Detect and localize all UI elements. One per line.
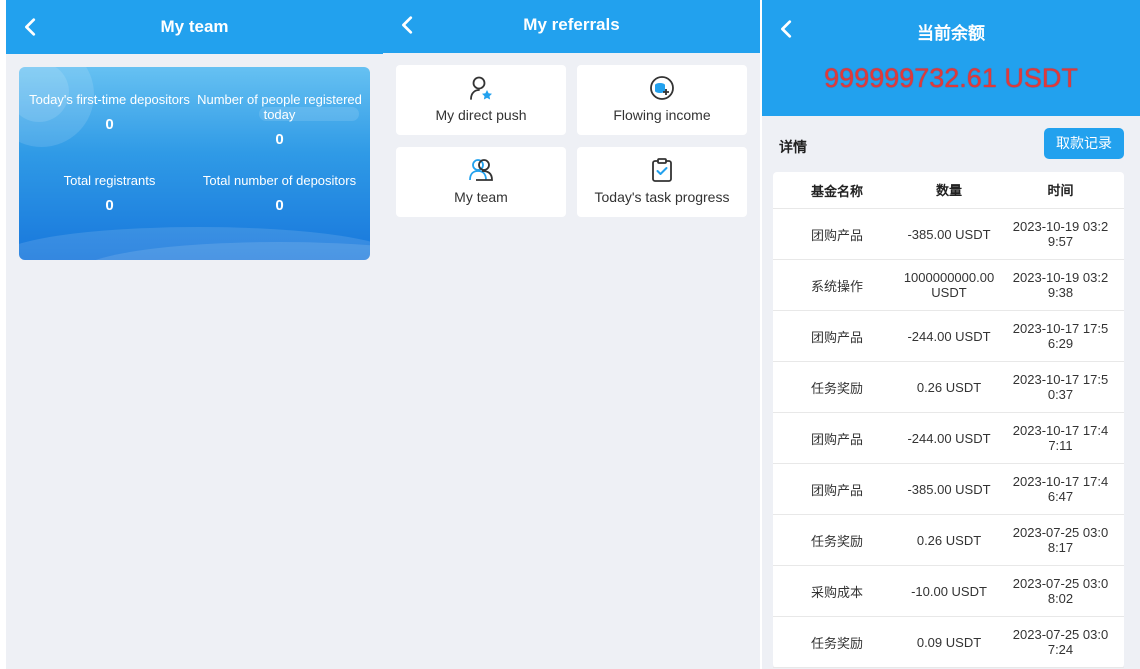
team-header: My team <box>6 0 383 54</box>
stat-total-registrants: Total registrants 0 <box>22 173 197 214</box>
row-fund-name: 系统操作 <box>810 278 863 294</box>
table-row: 团购产品 -385.00 USDT 2023-10-17 17:46:47 <box>773 464 1124 515</box>
row-time: 2023-10-19 03:29:38 <box>1012 270 1109 300</box>
withdraw-records-button[interactable]: 取款记录 <box>1044 128 1124 159</box>
stat-registered-today: Number of people registered today 0 <box>192 92 367 148</box>
tile-label: My direct push <box>435 107 527 123</box>
stat-value: 0 <box>275 197 284 214</box>
row-time: 2023-07-25 03:07:24 <box>1012 627 1109 657</box>
table-row: 任务奖励 0.26 USDT 2023-07-25 03:08:17 <box>773 515 1124 566</box>
row-fund-name: 采购成本 <box>810 584 863 600</box>
table-row: 采购成本 -10.00 USDT 2023-07-25 03:08:02 <box>773 566 1124 617</box>
coins-icon <box>577 75 747 101</box>
table-row: 团购产品 -244.00 USDT 2023-10-17 17:47:11 <box>773 413 1124 464</box>
row-amount: -10.00 USDT <box>911 583 987 599</box>
header-amount: 数量 <box>935 182 962 198</box>
balance-header: 当前余额 999999732.61 USDT <box>762 0 1140 116</box>
row-fund-name: 任务奖励 <box>810 380 863 396</box>
row-time: 2023-10-17 17:46:47 <box>1012 474 1109 504</box>
row-amount: 1000000000.00 USDT <box>903 270 995 300</box>
stat-today-first-depositors: Today's first-time depositors 0 <box>22 92 197 133</box>
clipboard-check-icon <box>577 157 747 183</box>
row-fund-name: 任务奖励 <box>810 635 863 651</box>
row-fund-name: 团购产品 <box>810 329 863 345</box>
stat-label: Number of people registered today <box>197 92 362 122</box>
row-amount: -244.00 USDT <box>907 328 991 344</box>
table-row: 团购产品 -244.00 USDT 2023-10-17 17:56:29 <box>773 311 1124 362</box>
referrals-header: My referrals <box>383 0 760 53</box>
tile-label: Flowing income <box>613 107 711 123</box>
row-time: 2023-07-25 03:08:17 <box>1012 525 1109 555</box>
stat-label: Total number of depositors <box>202 173 357 188</box>
my-team-panel: My team Today's first-time depositors 0 … <box>6 0 383 669</box>
row-amount: -385.00 USDT <box>907 481 991 497</box>
table-row: 任务奖励 0.09 USDT 2023-07-25 03:07:24 <box>773 617 1124 668</box>
header-fund-name: 基金名称 <box>810 183 863 199</box>
stat-value: 0 <box>105 116 114 133</box>
tile-task-progress[interactable]: Today's task progress <box>577 147 747 217</box>
tile-label: My team <box>454 189 508 205</box>
row-amount: -244.00 USDT <box>907 430 991 446</box>
row-amount: 0.09 USDT <box>916 634 982 650</box>
row-fund-name: 任务奖励 <box>810 533 863 549</box>
stat-label: Total registrants <box>63 173 156 188</box>
page-title: My referrals <box>523 15 620 34</box>
team-stats-card: Today's first-time depositors 0 Number o… <box>19 67 370 260</box>
transactions-table: 基金名称 数量 时间 团购产品 -385.00 USDT 2023-10-19 03… <box>773 172 1124 668</box>
tile-label: Today's task progress <box>594 189 730 205</box>
row-fund-name: 团购产品 <box>810 227 863 243</box>
row-amount: 0.26 USDT <box>916 532 982 548</box>
page-title: 当前余额 <box>917 24 985 43</box>
tile-my-direct-push[interactable]: My direct push <box>396 65 566 135</box>
table-row: 团购产品 -385.00 USDT 2023-10-19 03:29:57 <box>773 209 1124 260</box>
row-amount: 0.26 USDT <box>916 379 982 395</box>
page-title: My team <box>160 17 229 36</box>
stat-value: 0 <box>275 131 284 148</box>
tile-my-team[interactable]: My team <box>396 147 566 217</box>
table-row: 系统操作 1000000000.00 USDT 2023-10-19 03:29:3… <box>773 260 1124 311</box>
balance-panel: 当前余额 999999732.61 USDT 详情 取款记录 基金名称 数量 时… <box>762 0 1140 669</box>
row-time: 2023-10-17 17:47:11 <box>1012 423 1109 453</box>
table-header: 基金名称 数量 时间 <box>773 172 1124 209</box>
row-fund-name: 团购产品 <box>810 482 863 498</box>
user-star-icon <box>396 75 566 101</box>
row-amount: -385.00 USDT <box>907 226 991 242</box>
balance-amount: 999999732.61 USDT <box>824 63 1078 93</box>
my-referrals-panel: My referrals My direct push Flowing inco… <box>383 0 760 669</box>
stat-total-depositors: Total number of depositors 0 <box>192 173 367 214</box>
row-time: 2023-07-25 03:08:02 <box>1012 576 1109 606</box>
stat-label: Today's first-time depositors <box>29 92 190 107</box>
group-icon <box>396 157 566 183</box>
row-fund-name: 团购产品 <box>810 431 863 447</box>
stat-value: 0 <box>105 197 114 214</box>
header-time: 时间 <box>1047 182 1074 198</box>
row-time: 2023-10-17 17:50:37 <box>1012 372 1109 402</box>
tile-flowing-income[interactable]: Flowing income <box>577 65 747 135</box>
details-label: 详情 <box>779 139 807 155</box>
row-time: 2023-10-17 17:56:29 <box>1012 321 1109 351</box>
row-time: 2023-10-19 03:29:57 <box>1012 219 1109 249</box>
table-row: 任务奖励 0.26 USDT 2023-10-17 17:50:37 <box>773 362 1124 413</box>
